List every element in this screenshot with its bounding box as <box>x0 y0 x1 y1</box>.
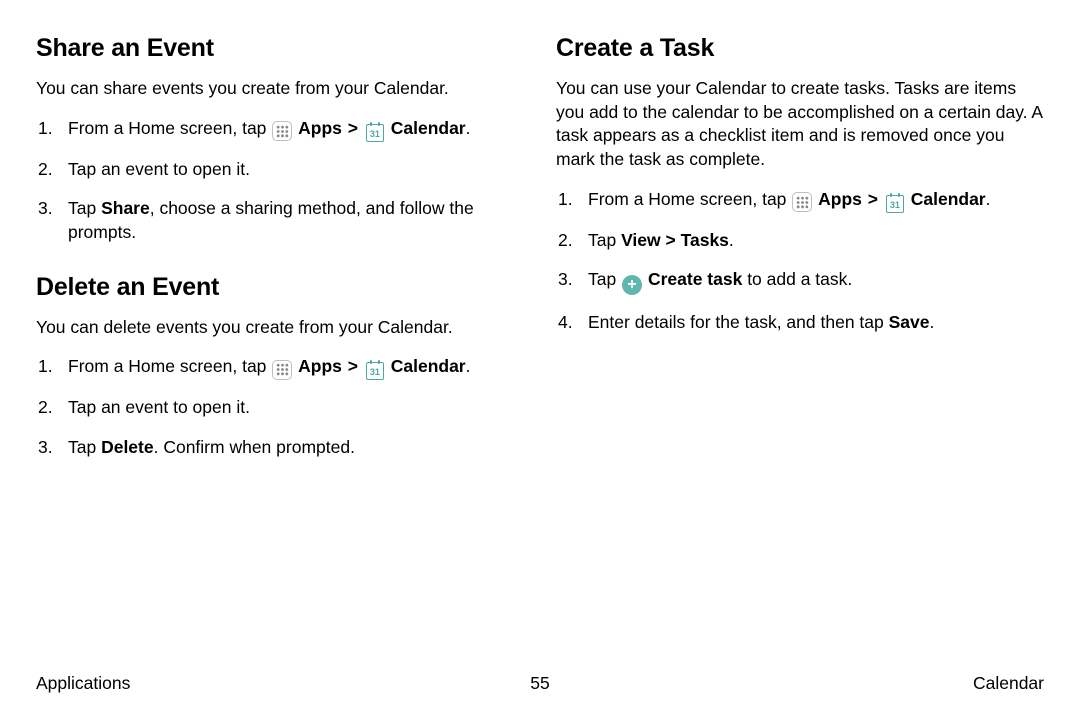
delete-step-3: Tap Delete. Confirm when prompted. <box>36 436 524 460</box>
footer-left: Applications <box>36 673 130 694</box>
page-number: 55 <box>530 673 549 694</box>
right-column: Create a Task You can use your Calendar … <box>556 34 1044 487</box>
step-suffix: . <box>466 356 471 376</box>
step-text: From a Home screen, tap <box>68 356 271 376</box>
save-bold: Save <box>889 312 930 332</box>
page-footer: Applications 55 Calendar <box>36 673 1044 694</box>
calendar-icon: 31 <box>366 362 384 380</box>
apps-icon <box>272 360 292 380</box>
share-intro: You can share events you create from you… <box>36 77 524 101</box>
page-columns: Share an Event You can share events you … <box>36 34 1044 487</box>
task-steps: From a Home screen, tap Apps > 31 Calend… <box>556 188 1044 335</box>
delete-step-1: From a Home screen, tap Apps > 31 Calend… <box>36 355 524 380</box>
calendar-label: Calendar <box>911 189 986 209</box>
task-step-1: From a Home screen, tap Apps > 31 Calend… <box>556 188 1044 213</box>
share-steps: From a Home screen, tap Apps > 31 Calend… <box>36 117 524 245</box>
step-suffix: . <box>929 312 934 332</box>
step-text: Enter details for the task, and then tap <box>588 312 889 332</box>
step-text: Tap <box>588 230 621 250</box>
step-suffix: . Confirm when prompted. <box>154 437 355 457</box>
step-suffix: . <box>986 189 991 209</box>
step-text: Tap <box>68 198 101 218</box>
share-bold: Share <box>101 198 150 218</box>
step-suffix: . <box>729 230 734 250</box>
footer-right: Calendar <box>973 673 1044 694</box>
step-text: Tap <box>588 269 621 289</box>
calendar-label: Calendar <box>391 118 466 138</box>
share-step-3: Tap Share, choose a sharing method, and … <box>36 197 524 244</box>
apps-icon <box>272 121 292 141</box>
calendar-label: Calendar <box>391 356 466 376</box>
step-text: Tap <box>68 437 101 457</box>
chevron-right-icon: > <box>343 118 363 138</box>
delete-heading: Delete an Event <box>36 273 524 302</box>
apps-icon <box>792 192 812 212</box>
step-text: From a Home screen, tap <box>68 118 271 138</box>
share-heading: Share an Event <box>36 34 524 63</box>
apps-label: Apps <box>818 189 862 209</box>
calendar-icon: 31 <box>366 124 384 142</box>
chevron-right-icon: > <box>863 189 883 209</box>
calendar-icon: 31 <box>886 195 904 213</box>
share-step-2: Tap an event to open it. <box>36 158 524 182</box>
left-column: Share an Event You can share events you … <box>36 34 524 487</box>
delete-steps: From a Home screen, tap Apps > 31 Calend… <box>36 355 524 459</box>
task-step-2: Tap View > Tasks. <box>556 229 1044 253</box>
step-suffix: to add a task. <box>742 269 852 289</box>
delete-bold: Delete <box>101 437 154 457</box>
task-heading: Create a Task <box>556 34 1044 63</box>
share-step-1: From a Home screen, tap Apps > 31 Calend… <box>36 117 524 142</box>
task-step-3: Tap + Create task to add a task. <box>556 268 1044 295</box>
plus-circle-icon: + <box>622 275 642 295</box>
chevron-right-icon: > <box>343 356 363 376</box>
apps-label: Apps <box>298 118 342 138</box>
apps-label: Apps <box>298 356 342 376</box>
task-step-4: Enter details for the task, and then tap… <box>556 311 1044 335</box>
task-intro: You can use your Calendar to create task… <box>556 77 1044 172</box>
delete-step-2: Tap an event to open it. <box>36 396 524 420</box>
step-suffix: . <box>466 118 471 138</box>
delete-intro: You can delete events you create from yo… <box>36 316 524 340</box>
step-text: From a Home screen, tap <box>588 189 791 209</box>
view-tasks-bold: View > Tasks <box>621 230 729 250</box>
create-task-bold: Create task <box>648 269 742 289</box>
